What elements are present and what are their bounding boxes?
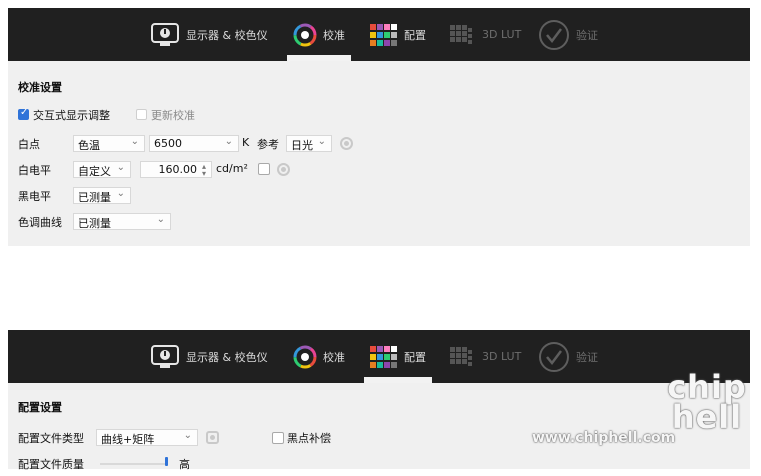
color-temperature-input[interactable]: 6500 ⌄ bbox=[149, 135, 239, 152]
monitor-icon bbox=[151, 22, 179, 46]
tone-curve-value: 已测量 bbox=[78, 217, 111, 230]
tab-profiling[interactable]: 配置 bbox=[364, 330, 432, 383]
profile-quality-value: 高 bbox=[179, 458, 190, 471]
section-title: 配置设置 bbox=[18, 401, 62, 414]
whitepoint-measure-icon[interactable] bbox=[340, 137, 353, 150]
profile-type-label: 配置文件类型 bbox=[18, 432, 84, 445]
calibration-panel: 显示器 & 校色仪 校准 配置 3D LUT 验证 校准设置 ✓ 交互式显示调整… bbox=[8, 8, 750, 246]
whitepoint-label: 白点 bbox=[18, 138, 40, 151]
tab-3dlut[interactable]: 3D LUT bbox=[448, 8, 521, 61]
tone-curve-label: 色调曲线 bbox=[18, 216, 62, 229]
spinner-arrows-icon: ▴ ▾ bbox=[201, 162, 206, 178]
tab-label: 验证 bbox=[576, 350, 598, 364]
calibration-settings: 校准设置 交互式显示调整 更新校准 白点 色温⌄ 6500⌄ K 参考 日光⌄ … bbox=[8, 61, 750, 246]
tab-calibration[interactable]: 校准 bbox=[287, 8, 351, 61]
tab-label: 3D LUT bbox=[482, 350, 522, 363]
update-calibration-checkbox[interactable] bbox=[136, 109, 147, 120]
tab-label: 3D LUT bbox=[482, 28, 522, 41]
luminance-unit: cd/m² bbox=[216, 162, 248, 175]
tab-label: 校准 bbox=[323, 350, 345, 364]
chevron-down-icon: ⌄ bbox=[116, 188, 125, 199]
tab-label: 配置 bbox=[404, 28, 426, 42]
tab-label: 显示器 & 校色仪 bbox=[186, 28, 268, 42]
white-level-mode-select[interactable]: 自定义 ⌄ bbox=[73, 161, 131, 178]
interactive-adjust-label: 交互式显示调整 bbox=[33, 109, 110, 122]
profile-quality-label: 配置文件质量 bbox=[18, 458, 84, 471]
profiling-panel: 显示器 & 校色仪 校准 配置 3D LUT 验证 配置设置 配置文件类型 曲线… bbox=[8, 330, 750, 471]
tone-curve-select[interactable]: 已测量 ⌄ bbox=[73, 213, 171, 230]
chevron-down-icon: ⌄ bbox=[116, 162, 125, 173]
tab-verification[interactable]: 验证 bbox=[538, 330, 598, 383]
profile-settings-gear-icon[interactable] bbox=[206, 431, 219, 444]
monitor-icon bbox=[151, 344, 179, 368]
update-calibration-label: 更新校准 bbox=[151, 109, 195, 122]
color-wheel-icon bbox=[293, 345, 317, 368]
whitepoint-mode-value: 色温 bbox=[78, 139, 100, 152]
profile-quality-slider[interactable] bbox=[100, 463, 168, 465]
white-level-measure-icon[interactable] bbox=[277, 163, 290, 176]
black-level-value: 已测量 bbox=[78, 191, 111, 204]
white-level-checkbox[interactable] bbox=[258, 163, 270, 175]
black-point-compensation-checkbox[interactable] bbox=[272, 432, 284, 444]
black-level-select[interactable]: 已测量 ⌄ bbox=[73, 187, 131, 204]
white-level-value: 160.00 bbox=[158, 163, 198, 176]
profile-type-select[interactable]: 曲线+矩阵 ⌄ bbox=[96, 429, 198, 446]
check-circle-icon bbox=[539, 19, 569, 50]
chevron-down-icon: ⌄ bbox=[224, 136, 233, 147]
tab-label: 显示器 & 校色仪 bbox=[186, 350, 268, 364]
black-level-label: 黑电平 bbox=[18, 190, 51, 203]
lut-cube-icon bbox=[450, 346, 472, 366]
tab-display-instrument[interactable]: 显示器 & 校色仪 bbox=[150, 330, 268, 383]
white-level-spinbox[interactable]: 160.00 ▴ ▾ bbox=[140, 161, 212, 178]
color-temperature-value: 6500 bbox=[154, 137, 182, 150]
tab-label: 配置 bbox=[404, 350, 426, 364]
lut-cube-icon bbox=[450, 24, 472, 44]
slider-handle[interactable] bbox=[165, 457, 168, 466]
palette-grid-icon bbox=[370, 23, 397, 46]
reference-label: 参考 bbox=[257, 138, 279, 151]
watermark-logo: chip hell bbox=[667, 368, 747, 436]
white-level-mode-value: 自定义 bbox=[78, 165, 111, 178]
tab-calibration[interactable]: 校准 bbox=[293, 330, 345, 383]
black-point-compensation-label: 黑点补偿 bbox=[287, 432, 331, 445]
chevron-down-icon: ⌄ bbox=[156, 214, 165, 225]
tab-display-instrument[interactable]: 显示器 & 校色仪 bbox=[150, 8, 268, 61]
profile-type-value: 曲线+矩阵 bbox=[101, 433, 155, 446]
chevron-down-icon: ⌄ bbox=[130, 136, 139, 147]
watermark-url: www.chiphell.com bbox=[532, 430, 676, 446]
tab-verification[interactable]: 验证 bbox=[538, 8, 598, 61]
tab-label: 验证 bbox=[576, 28, 598, 42]
whitepoint-mode-select[interactable]: 色温 ⌄ bbox=[73, 135, 145, 152]
profiling-settings: 配置设置 配置文件类型 曲线+矩阵 ⌄ 黑点补偿 配置文件质量 高 bbox=[8, 383, 750, 471]
check-circle-icon bbox=[539, 341, 569, 372]
reference-select[interactable]: 日光 ⌄ bbox=[286, 135, 332, 152]
interactive-adjust-checkbox[interactable] bbox=[18, 107, 29, 120]
chevron-down-icon: ⌄ bbox=[183, 430, 192, 441]
chevron-down-icon: ⌄ bbox=[317, 136, 326, 147]
tab-bar: 显示器 & 校色仪 校准 配置 3D LUT 验证 bbox=[8, 330, 750, 383]
white-level-label: 白电平 bbox=[18, 164, 51, 177]
reference-value: 日光 bbox=[291, 139, 313, 152]
tab-label: 校准 bbox=[323, 28, 345, 42]
kelvin-unit: K bbox=[242, 136, 250, 149]
tab-bar: 显示器 & 校色仪 校准 配置 3D LUT 验证 bbox=[8, 8, 750, 61]
tab-3dlut[interactable]: 3D LUT bbox=[448, 330, 521, 383]
color-wheel-icon bbox=[293, 23, 317, 46]
palette-grid-icon bbox=[370, 345, 397, 368]
tab-profiling[interactable]: 配置 bbox=[370, 8, 426, 61]
section-title: 校准设置 bbox=[18, 81, 62, 94]
